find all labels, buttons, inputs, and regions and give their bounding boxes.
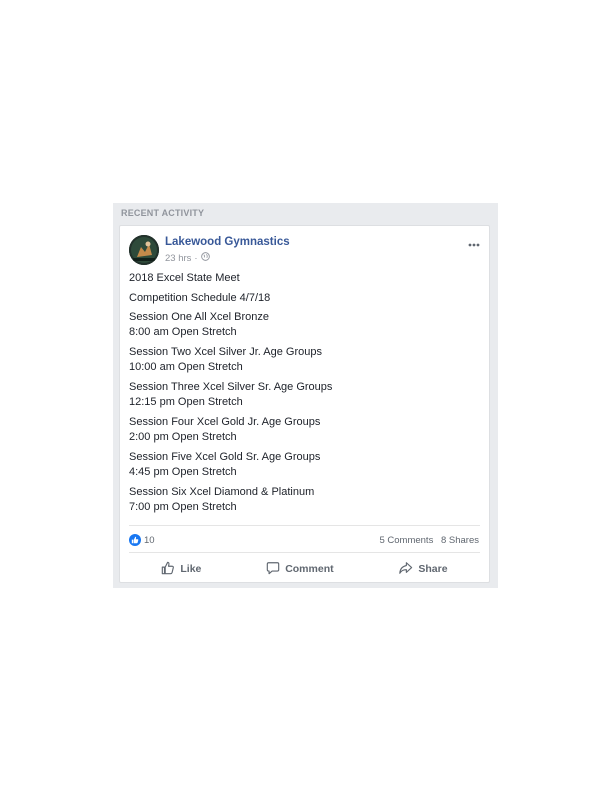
recent-activity-panel: RECENT ACTIVITY Lakewood Gymnastics 23 h… [113, 203, 498, 588]
comment-icon [266, 561, 285, 578]
share-icon [398, 561, 418, 578]
session-time: 2:00 pm Open Stretch [129, 431, 237, 443]
session-item: Session Four Xcel Gold Jr. Age Groups 2:… [129, 415, 479, 445]
page-name-link[interactable]: Lakewood Gymnastics [165, 236, 290, 248]
session-time: 8:00 am Open Stretch [129, 326, 237, 338]
session-time: 12:15 pm Open Stretch [129, 396, 243, 408]
comments-count-link[interactable]: 5 Comments [379, 535, 433, 546]
divider [129, 525, 480, 526]
page-avatar[interactable] [129, 235, 159, 265]
session-time: 10:00 am Open Stretch [129, 361, 243, 373]
session-title: Session Five Xcel Gold Sr. Age Groups [129, 451, 321, 463]
post-time[interactable]: 23 hrs [165, 253, 191, 264]
reaction-count: 10 [144, 534, 155, 546]
session-title: Session Three Xcel Silver Sr. Age Groups [129, 381, 333, 393]
like-label: Like [180, 563, 202, 575]
session-title: Session Four Xcel Gold Jr. Age Groups [129, 416, 321, 428]
session-item: Session Six Xcel Diamond & Platinum 7:00… [129, 485, 479, 515]
comment-button[interactable]: Comment [266, 561, 334, 578]
session-title: Session Two Xcel Silver Jr. Age Groups [129, 346, 322, 358]
share-button[interactable]: Share [398, 561, 448, 578]
more-options-icon[interactable] [467, 236, 481, 247]
like-button[interactable]: Like [161, 561, 201, 578]
session-item: Session Three Xcel Silver Sr. Age Groups… [129, 380, 479, 410]
session-time: 7:00 pm Open Stretch [129, 501, 237, 513]
post-body: 2018 Excel State Meet Competition Schedu… [129, 271, 479, 520]
thumbs-up-icon [161, 561, 180, 578]
session-item: Session Five Xcel Gold Sr. Age Groups 4:… [129, 450, 479, 480]
reaction-summary[interactable]: 10 [129, 534, 155, 546]
shares-count-link[interactable]: 8 Shares [441, 535, 479, 546]
comment-label: Comment [285, 563, 334, 575]
meta-separator: · [194, 252, 198, 264]
session-item: Session Two Xcel Silver Jr. Age Groups 1… [129, 345, 479, 375]
post-line: Competition Schedule 4/7/18 [129, 291, 271, 304]
session-title: Session Six Xcel Diamond & Platinum [129, 486, 315, 498]
globe-icon [200, 252, 210, 264]
post-actions: Like Comment Share [129, 559, 480, 579]
panel-title: RECENT ACTIVITY [121, 208, 205, 218]
post-line: 2018 Excel State Meet [129, 272, 240, 284]
session-item: Session One All Xcel Bronze 8:00 am Open… [129, 310, 479, 340]
post-meta: 23 hrs · [165, 252, 210, 264]
session-title: Session One All Xcel Bronze [129, 311, 270, 323]
session-time: 4:45 pm Open Stretch [129, 466, 237, 478]
engagement-counts: 5 Comments 8 Shares [374, 535, 479, 546]
like-reaction-icon [129, 534, 141, 546]
share-label: Share [418, 563, 448, 575]
divider [129, 552, 480, 553]
post-card: Lakewood Gymnastics 23 hrs · 2018 Excel … [119, 225, 490, 583]
